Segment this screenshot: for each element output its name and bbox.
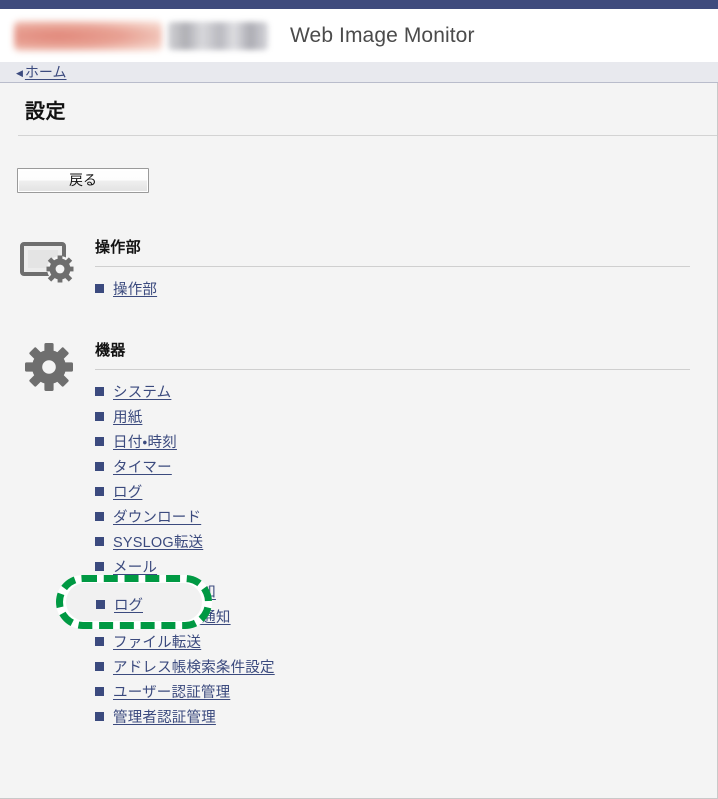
- section-title: 操作部: [95, 239, 141, 256]
- section-body-device: 機器 システム 用紙 日付・時刻 タイマー ログ ダウンロード SYSLOG転送…: [95, 341, 690, 729]
- link-syslog-transfer[interactable]: SYSLOG転送: [113, 531, 203, 552]
- list-item[interactable]: 日付・時刻: [95, 429, 690, 454]
- square-bullet-icon: [95, 687, 104, 696]
- breadcrumb: ◀ ホーム: [0, 62, 718, 83]
- title-divider: [18, 135, 717, 136]
- list-item[interactable]: アドレス帳検索条件設定: [95, 654, 690, 679]
- link-timer[interactable]: タイマー: [113, 456, 172, 477]
- top-accent-bar: [0, 0, 718, 9]
- section-title: 機器: [95, 342, 126, 359]
- link-list-device: システム 用紙 日付・時刻 タイマー ログ ダウンロード SYSLOG転送 メー…: [95, 370, 690, 729]
- list-item[interactable]: ダウンロード: [95, 504, 690, 529]
- link-download[interactable]: ダウンロード: [113, 506, 201, 527]
- link-administrator-authentication-management[interactable]: 管理者認証管理: [113, 706, 216, 727]
- logo-wordmark-icon: [168, 21, 268, 50]
- brand-logo-redacted: [14, 17, 272, 55]
- square-bullet-icon: [95, 284, 104, 293]
- list-item[interactable]: タイマー: [95, 454, 690, 479]
- square-bullet-icon: [96, 599, 105, 609]
- link-list-operation-panel: 操作部: [95, 267, 690, 301]
- logo-mark-icon: [14, 20, 162, 51]
- link-date-time[interactable]: 日付・時刻: [113, 431, 177, 452]
- square-bullet-icon: [95, 462, 104, 471]
- breadcrumb-link-home[interactable]: ホーム: [25, 62, 67, 82]
- square-bullet-icon: [95, 562, 104, 571]
- list-item[interactable]: ユーザー認証管理: [95, 679, 690, 704]
- list-item[interactable]: SYSLOG転送: [95, 529, 690, 554]
- page-title: 設定: [25, 101, 66, 123]
- square-bullet-icon: [95, 512, 104, 521]
- link-user-authentication-management[interactable]: ユーザー認証管理: [113, 681, 230, 702]
- back-arrow-icon: ◀: [16, 67, 23, 78]
- square-bullet-icon: [95, 637, 104, 646]
- list-item[interactable]: ログ: [95, 479, 690, 504]
- link-paper[interactable]: 用紙: [113, 406, 142, 427]
- content-area: 設定 戻る 操作部 操作部 機器 システム 用紙 日付・時刻 タイマー ログ ダ…: [0, 83, 718, 799]
- square-bullet-icon: [95, 437, 104, 446]
- monitor-gear-icon: [18, 238, 80, 290]
- annotation-target-log-link[interactable]: ログ: [96, 594, 143, 614]
- square-bullet-icon: [95, 487, 104, 496]
- link-system[interactable]: システム: [113, 381, 171, 402]
- web-image-monitor-page: Web Image Monitor ◀ ホーム 設定 戻る 操作部 操作部 機器…: [0, 0, 718, 799]
- square-bullet-icon: [95, 712, 104, 721]
- square-bullet-icon: [95, 662, 104, 671]
- back-button[interactable]: 戻る: [17, 168, 149, 193]
- list-item[interactable]: 操作部: [95, 276, 690, 301]
- page-header: Web Image Monitor: [0, 9, 718, 62]
- square-bullet-icon: [95, 412, 104, 421]
- list-item[interactable]: 管理者認証管理: [95, 704, 690, 729]
- link-operation-panel[interactable]: 操作部: [113, 278, 157, 299]
- link-address-book-search-settings[interactable]: アドレス帳検索条件設定: [113, 656, 275, 677]
- link-file-transfer[interactable]: ファイル転送: [113, 631, 201, 652]
- list-item[interactable]: ファイル転送: [95, 629, 690, 654]
- section-body-operation-panel: 操作部 操作部: [95, 238, 690, 301]
- list-item[interactable]: 用紙: [95, 404, 690, 429]
- square-bullet-icon: [95, 387, 104, 396]
- app-title: Web Image Monitor: [290, 23, 475, 47]
- gear-icon: [18, 341, 80, 393]
- list-item[interactable]: システム: [95, 379, 690, 404]
- square-bullet-icon: [95, 537, 104, 546]
- link-log-highlighted[interactable]: ログ: [114, 594, 143, 615]
- link-log[interactable]: ログ: [113, 481, 142, 502]
- link-mail[interactable]: メール: [113, 556, 157, 577]
